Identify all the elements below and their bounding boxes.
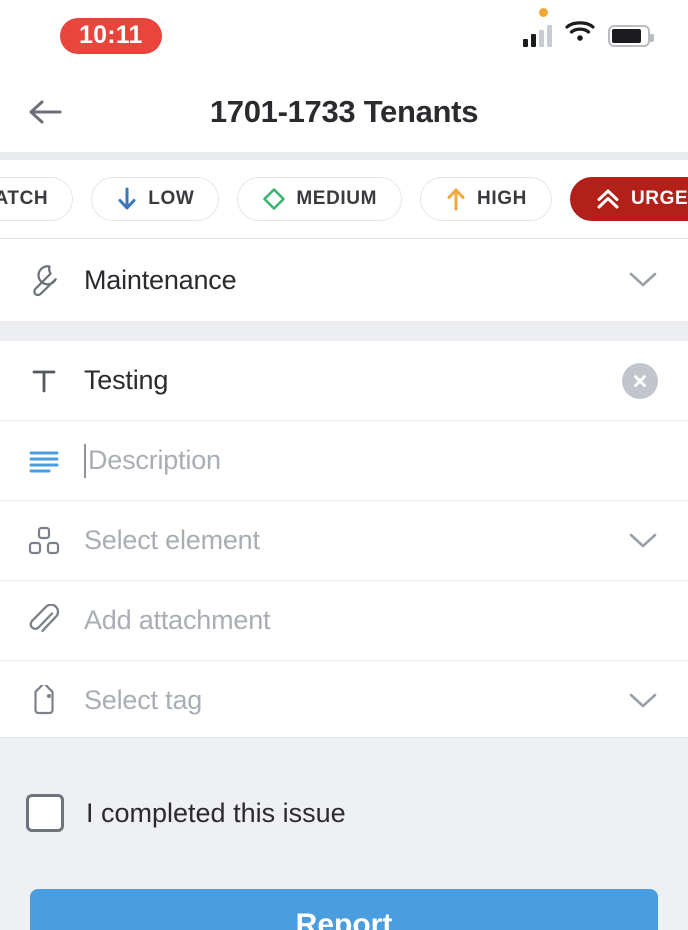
category-label: Maintenance bbox=[84, 264, 237, 295]
element-field-row[interactable]: Select element bbox=[0, 501, 688, 581]
tag-field-placeholder: Select tag bbox=[84, 685, 203, 715]
header-divider bbox=[0, 152, 688, 160]
title-field-value[interactable]: Testing bbox=[84, 365, 168, 396]
section-divider bbox=[0, 321, 688, 341]
completed-checkbox-label: I completed this issue bbox=[86, 797, 346, 828]
attachment-field-placeholder: Add attachment bbox=[84, 605, 271, 635]
back-arrow-icon bbox=[29, 100, 62, 124]
report-button[interactable]: Report bbox=[30, 889, 658, 930]
battery-icon bbox=[608, 25, 654, 47]
category-row[interactable]: Maintenance bbox=[0, 239, 688, 321]
status-bar: 10:11 bbox=[0, 0, 688, 72]
completed-checkbox-row[interactable]: I completed this issue bbox=[0, 738, 688, 832]
priority-chip-urgent[interactable]: URGENT bbox=[569, 177, 688, 221]
double-chevron-up-icon bbox=[597, 189, 619, 209]
wifi-icon bbox=[565, 20, 595, 47]
page-title: 1701-1733 Tenants bbox=[209, 94, 479, 129]
chevron-down-icon[interactable] bbox=[628, 532, 658, 550]
chevron-down-icon[interactable] bbox=[628, 271, 658, 289]
priority-chip-label: MEDIUM bbox=[296, 188, 378, 209]
tag-field-row[interactable]: Select tag bbox=[0, 661, 688, 741]
signal-bars-icon bbox=[523, 25, 552, 47]
align-left-icon bbox=[22, 448, 66, 474]
back-button[interactable] bbox=[22, 89, 68, 135]
attachment-field-row[interactable]: Add attachment bbox=[0, 581, 688, 661]
priority-chip-label: HIGH bbox=[477, 188, 527, 209]
orange-status-dot-icon bbox=[539, 8, 548, 17]
priority-chip-list: WATCH LOW MEDIUM HIGH bbox=[0, 177, 688, 221]
status-icons bbox=[523, 20, 654, 47]
mobile-screen: 10:11 1701-1733 Tenants ATCH LOW MEDIUM … bbox=[0, 0, 688, 930]
priority-chip-low[interactable]: LOW bbox=[91, 177, 220, 221]
description-field-placeholder: Description bbox=[88, 445, 221, 475]
arrow-down-icon bbox=[118, 187, 136, 210]
priority-chip-label: WATCH bbox=[0, 188, 49, 209]
priority-chip-medium[interactable]: MEDIUM bbox=[237, 177, 403, 221]
description-field-row[interactable]: Description bbox=[0, 421, 688, 501]
footer-section: I completed this issue Report bbox=[0, 737, 688, 930]
priority-chip-label: URGENT bbox=[630, 188, 688, 209]
diamond-icon bbox=[263, 188, 286, 210]
tag-icon bbox=[22, 684, 66, 717]
priority-chip-watch[interactable]: WATCH bbox=[0, 177, 74, 221]
element-field-placeholder: Select element bbox=[84, 525, 260, 555]
description-field-input[interactable]: Description bbox=[84, 443, 221, 478]
paperclip-icon bbox=[22, 603, 66, 638]
status-time-pill: 10:11 bbox=[60, 18, 162, 54]
text-cursor bbox=[84, 443, 86, 478]
completed-checkbox[interactable] bbox=[26, 794, 64, 832]
priority-chip-high[interactable]: HIGH bbox=[420, 177, 552, 221]
blocks-icon bbox=[22, 525, 66, 557]
nav-header: 1701-1733 Tenants bbox=[0, 72, 688, 152]
text-t-icon bbox=[22, 367, 66, 395]
wrench-icon bbox=[22, 263, 66, 297]
priority-chip-label: LOW bbox=[148, 188, 195, 209]
chevron-down-icon[interactable] bbox=[628, 692, 658, 710]
arrow-up-icon bbox=[447, 188, 465, 211]
clear-circle-icon[interactable] bbox=[622, 362, 658, 399]
priority-filter-bar[interactable]: WATCH LOW MEDIUM HIGH bbox=[0, 160, 688, 238]
title-field-row[interactable]: Testing bbox=[0, 341, 688, 421]
report-button-label: Report bbox=[295, 908, 393, 930]
